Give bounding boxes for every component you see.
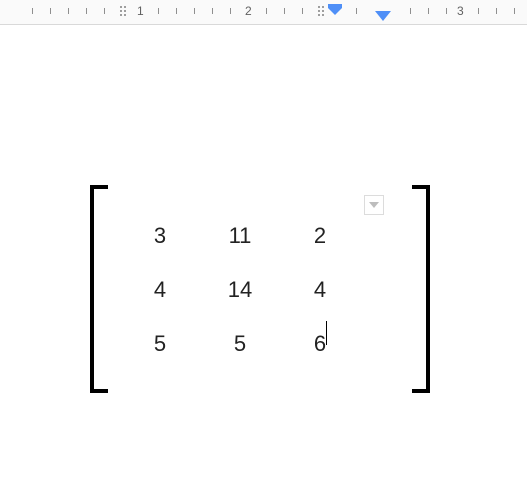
matrix-cell[interactable]: 4 — [280, 277, 360, 303]
ruler-number: 2 — [245, 4, 252, 18]
matrix-cell[interactable]: 4 — [120, 277, 200, 303]
equation-object[interactable]: 31124144556 — [90, 185, 430, 405]
matrix-cell[interactable]: 5 — [120, 331, 200, 357]
matrix-cell[interactable]: 3 — [120, 223, 200, 249]
matrix-cell[interactable]: 11 — [200, 223, 280, 249]
ruler-number: 3 — [457, 4, 464, 18]
matrix-cell[interactable]: 14 — [200, 277, 280, 303]
text-caret — [326, 321, 327, 345]
equation-options-button[interactable] — [364, 195, 384, 215]
right-margin-marker-icon[interactable] — [375, 11, 391, 21]
matrix-cell[interactable]: 5 — [200, 331, 280, 357]
document-page[interactable]: 31124144556 — [0, 25, 527, 501]
matrix-left-bracket — [90, 185, 108, 393]
matrix-right-bracket — [412, 185, 430, 393]
matrix-cell[interactable]: 2 — [280, 223, 360, 249]
caret-down-icon — [369, 202, 379, 208]
ruler-number: 1 — [137, 4, 144, 18]
indent-marker-icon[interactable] — [325, 2, 345, 22]
matrix-grid[interactable]: 31124144556 — [120, 223, 360, 357]
horizontal-ruler[interactable]: 1 2 3 — [0, 0, 527, 25]
matrix-cell[interactable]: 6 — [280, 331, 360, 357]
ruler-track: 1 2 3 — [0, 0, 527, 24]
